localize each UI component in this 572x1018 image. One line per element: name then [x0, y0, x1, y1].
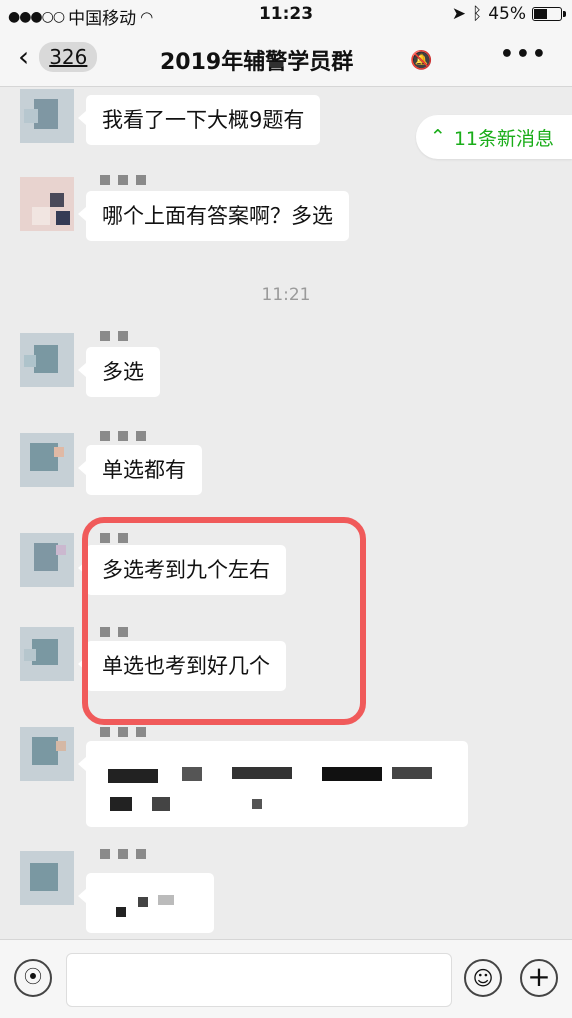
avatar[interactable]: [20, 333, 74, 387]
back-button[interactable]: ‹ 326: [18, 40, 98, 73]
obscured-content: [102, 883, 198, 923]
message-bubble[interactable]: [78, 741, 468, 827]
status-right: ➤ ᛒ 45%: [451, 4, 566, 24]
message-bubble[interactable]: [78, 873, 214, 933]
sender-name: [100, 849, 146, 861]
message-text: 多选: [102, 360, 144, 384]
emoji-icon[interactable]: ☺: [464, 959, 502, 997]
bluetooth-icon: ᛒ: [472, 4, 483, 24]
sender-name: [100, 175, 146, 187]
new-messages-button[interactable]: ⌃ 11条新消息: [415, 115, 572, 159]
sender-name: [100, 727, 146, 739]
new-messages-label: 11条新消息: [453, 127, 554, 150]
obscured-content: [102, 751, 452, 817]
battery-label: 45%: [488, 4, 526, 24]
status-bar: ●●●○○ 中国移动 ◠ 11:23 ➤ ᛒ 45%: [0, 0, 572, 30]
battery-icon: [532, 7, 566, 21]
location-icon: ➤: [451, 4, 466, 24]
message-bubble[interactable]: 多选: [78, 347, 160, 397]
bell-slash-icon: 🔕: [410, 50, 433, 71]
message-bubble[interactable]: 单选都有: [78, 445, 202, 495]
avatar[interactable]: [20, 433, 74, 487]
double-chevron-up-icon: ⌃: [429, 126, 446, 148]
avatar[interactable]: [20, 627, 74, 681]
chat-area[interactable]: 我看了一下大概9题有 ⌃ 11条新消息 哪个上面有答案啊？多选 11:21 多选…: [0, 87, 572, 940]
message-text: 单选都有: [102, 458, 186, 482]
message-bubble[interactable]: 哪个上面有答案啊？多选: [78, 191, 349, 241]
sender-name: [100, 331, 128, 343]
avatar[interactable]: [20, 533, 74, 587]
highlight-annotation: [82, 517, 366, 725]
chevron-left-icon: ‹: [18, 40, 30, 73]
avatar[interactable]: [20, 89, 74, 143]
more-icon[interactable]: •••: [500, 42, 548, 67]
unread-count-badge: 326: [39, 42, 98, 72]
voice-icon[interactable]: ⦿: [14, 959, 52, 997]
chat-timestamp: 11:21: [261, 285, 311, 305]
message-bubble[interactable]: 我看了一下大概9题有: [77, 95, 321, 145]
avatar[interactable]: [20, 727, 74, 781]
message-text: 我看了一下大概9题有: [102, 108, 305, 132]
input-bar: ⦿ ☺ +: [0, 939, 572, 1018]
chat-title: 2019年辅警学员群: [160, 50, 354, 75]
message-input[interactable]: [66, 953, 452, 1007]
avatar[interactable]: [20, 851, 74, 905]
avatar[interactable]: [20, 177, 74, 231]
nav-bar: ‹ 326 2019年辅警学员群 🔕 •••: [0, 30, 572, 87]
message-text: 哪个上面有答案啊？多选: [102, 204, 333, 228]
sender-name: [100, 431, 146, 443]
plus-icon[interactable]: +: [520, 959, 558, 997]
